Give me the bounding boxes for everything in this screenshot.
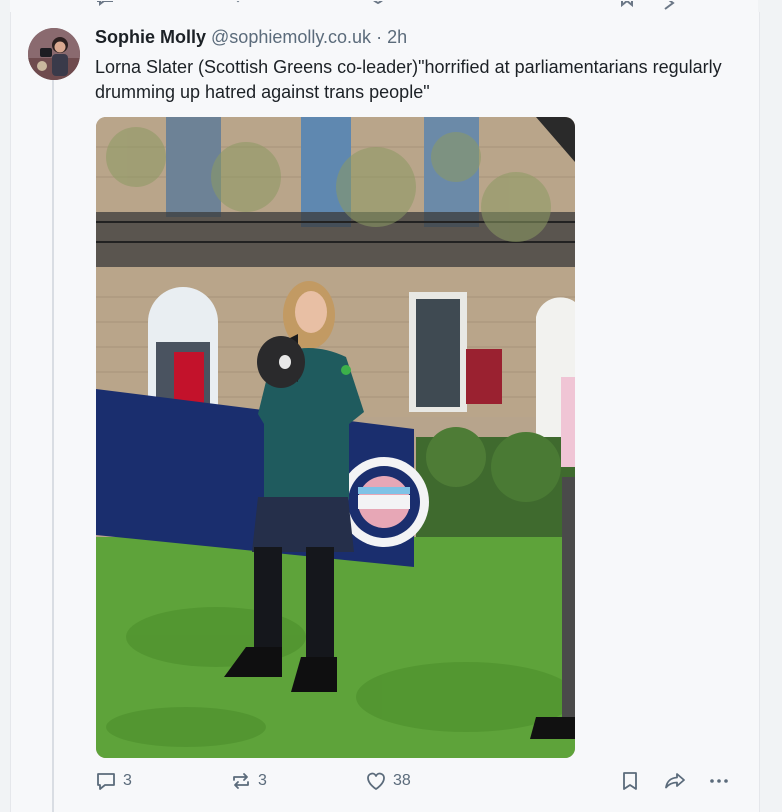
post-actions: 3 3 38 <box>95 770 745 800</box>
post-image[interactable] <box>96 117 575 758</box>
more-icon <box>710 779 728 783</box>
more-button[interactable] <box>707 770 731 792</box>
thread-line <box>52 80 54 812</box>
repost-count: 3 <box>258 772 267 789</box>
like-count: 38 <box>393 772 411 789</box>
previous-post-actions <box>10 0 758 12</box>
post-text: Lorna Slater (Scottish Greens co-leader)… <box>95 57 722 102</box>
avatar[interactable] <box>28 28 80 80</box>
reply-button[interactable]: 3 <box>95 770 132 792</box>
author-name[interactable]: Sophie Molly <box>95 27 206 47</box>
bookmark-button[interactable] <box>619 770 641 792</box>
repost-icon <box>233 773 249 789</box>
previous-post-action-icons <box>97 0 675 10</box>
reply-count: 3 <box>123 772 132 789</box>
header-separator: · <box>376 27 383 47</box>
bookmark-icon <box>623 772 637 790</box>
heart-icon <box>367 772 385 790</box>
post-photo-illustration <box>96 117 575 758</box>
repost-button[interactable]: 3 <box>230 770 267 792</box>
share-button[interactable] <box>663 770 687 792</box>
author-handle[interactable]: @sophiemolly.co.uk <box>211 27 371 47</box>
post-timestamp[interactable]: 2h <box>387 27 407 47</box>
like-button[interactable]: 38 <box>365 770 411 792</box>
avatar-image <box>28 28 80 80</box>
share-icon <box>665 773 685 789</box>
post-header: Sophie Molly @sophiemolly.co.uk · 2h <box>95 27 407 48</box>
reply-icon <box>97 773 115 790</box>
